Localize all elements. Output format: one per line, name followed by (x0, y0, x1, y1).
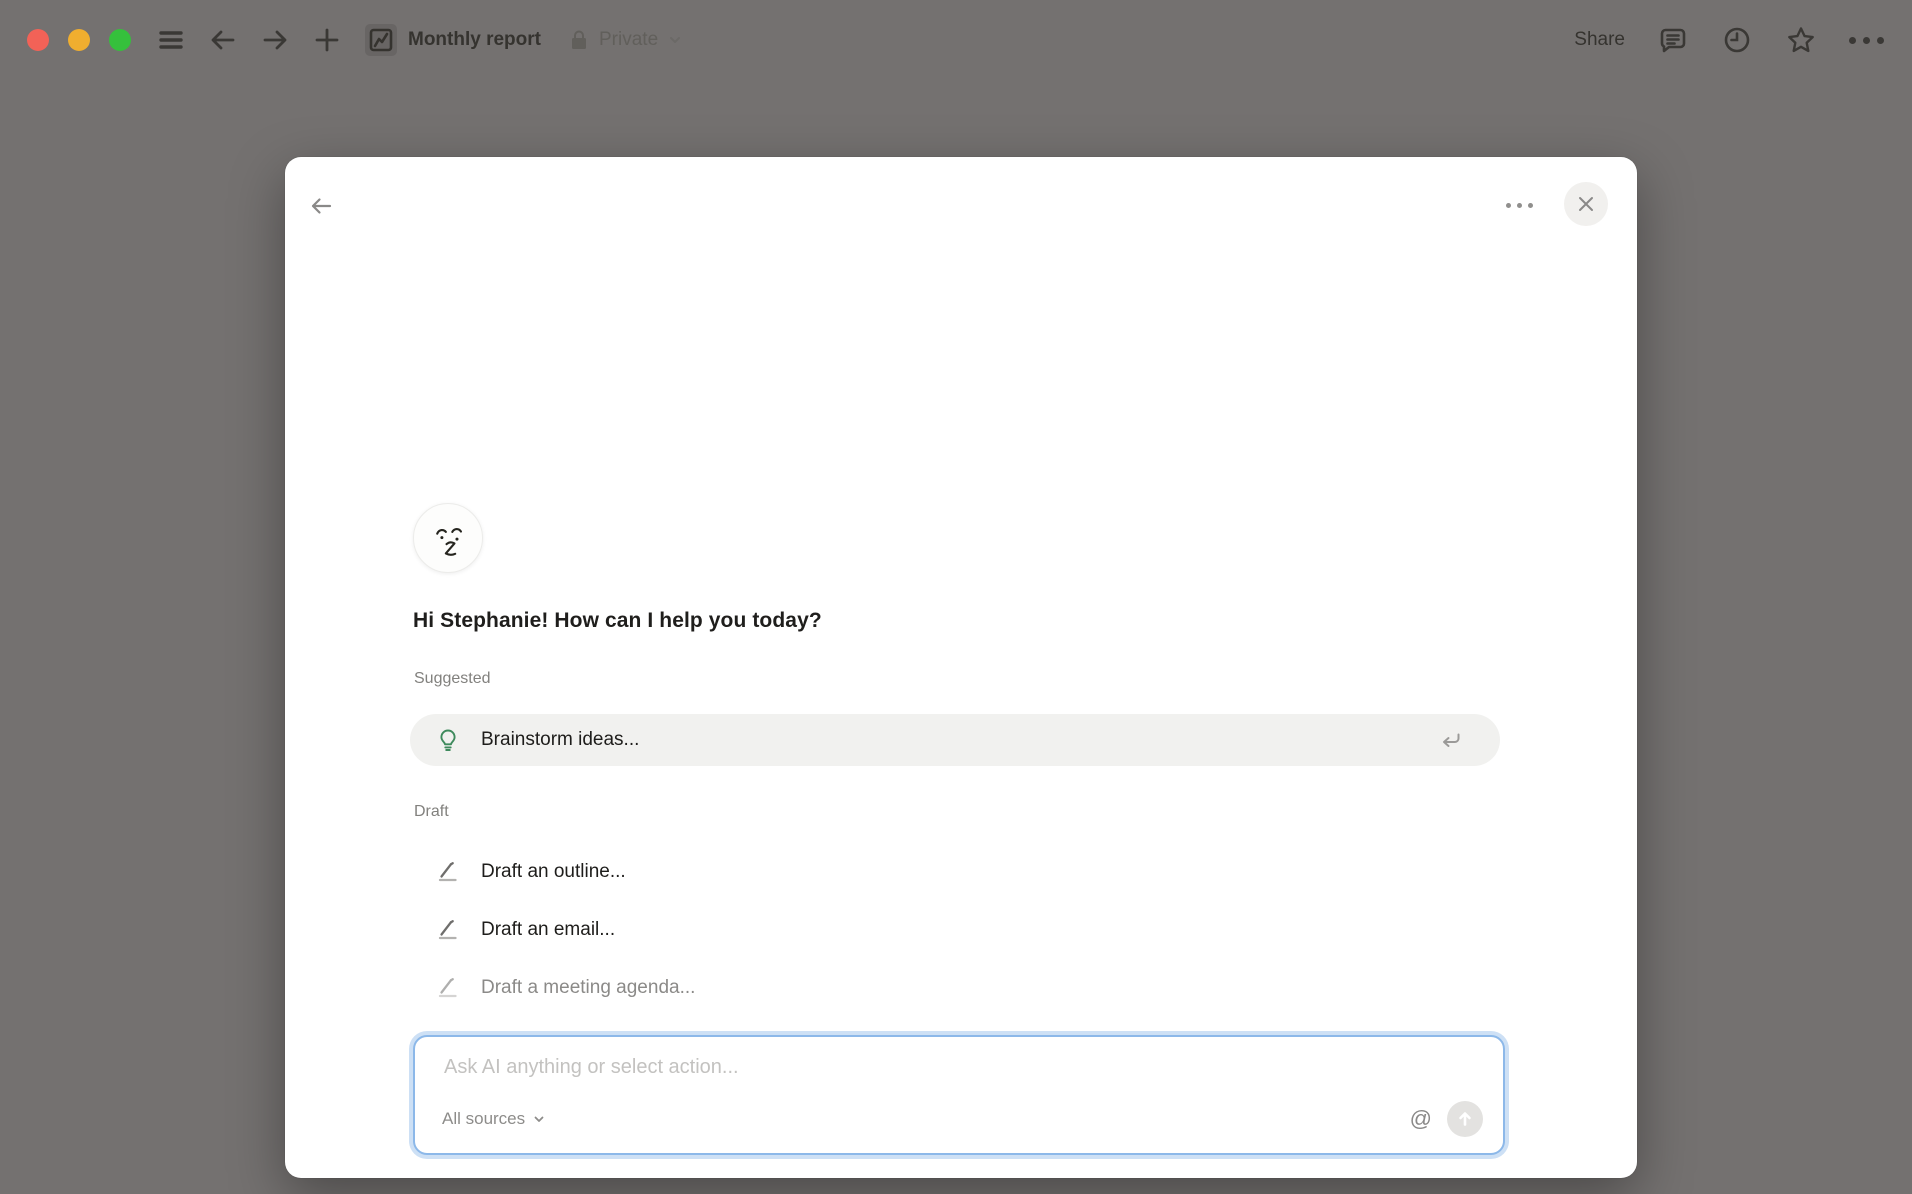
at-symbol: @ (1409, 1106, 1432, 1131)
enter-return-icon (1443, 733, 1460, 747)
ai-face-icon (436, 527, 463, 556)
prompt-footer: All sources @ (442, 1101, 1483, 1137)
draft-section-label: Draft (414, 803, 449, 820)
nav-forward-button[interactable] (259, 24, 291, 56)
pen-line-icon (438, 862, 457, 882)
draft-item-label: Draft a meeting agenda... (481, 977, 696, 998)
arrow-left-icon (311, 198, 332, 214)
chart-increasing-icon (365, 24, 397, 56)
ai-prompt-input[interactable] (442, 1055, 1346, 1080)
sidebar-menu-button[interactable] (155, 24, 187, 56)
source-scope-selector[interactable]: All sources (442, 1109, 546, 1129)
draft-outline-item[interactable]: Draft an outline... (410, 846, 1500, 898)
lock-icon (572, 30, 586, 49)
nav-back-button[interactable] (207, 24, 239, 56)
source-scope-label: All sources (442, 1109, 526, 1128)
privacy-selector[interactable]: Private (568, 29, 683, 51)
lightbulb-icon (440, 729, 456, 751)
chevron-down-icon (534, 1116, 544, 1122)
chevron-down-icon (670, 37, 681, 43)
suggestion-brainstorm[interactable]: Brainstorm ideas... (410, 714, 1500, 766)
ai-greeting: Hi Stephanie! How can I help you today? (413, 609, 822, 632)
prompt-footer-actions: @ (1410, 1101, 1483, 1137)
topbar-actions: Share (1574, 24, 1884, 56)
zoom-window-button[interactable] (109, 29, 131, 51)
more-icon (1506, 203, 1533, 208)
star-icon (1788, 27, 1814, 53)
suggestion-label: Brainstorm ideas... (481, 729, 640, 750)
draft-item-label: Draft an email... (481, 919, 616, 940)
hamburger-icon (159, 31, 183, 49)
arrow-up-icon (1459, 1112, 1471, 1126)
close-window-button[interactable] (27, 29, 49, 51)
mention-button[interactable]: @ (1410, 1108, 1432, 1130)
notion-window: Monthly report Private Share Hi Stephani… (0, 0, 1912, 1194)
plus-icon (315, 28, 339, 52)
arrow-left-icon (211, 30, 235, 50)
history-button[interactable] (1721, 24, 1753, 56)
ai-dialog: Hi Stephanie! How can I help you today? … (285, 157, 1637, 1178)
clock-icon (1724, 27, 1750, 53)
app-topbar: Monthly report Private Share (0, 0, 1912, 80)
ai-avatar (413, 503, 483, 573)
page-title: Monthly report (408, 29, 541, 50)
share-label: Share (1574, 29, 1625, 50)
draft-meeting-agenda-item[interactable]: Draft a meeting agenda... (410, 962, 1500, 1014)
ai-prompt-box: All sources @ (413, 1035, 1505, 1155)
pen-line-icon (438, 978, 457, 998)
new-page-button[interactable] (311, 24, 343, 56)
comment-icon (1660, 28, 1686, 53)
draft-item-label: Draft an outline... (481, 861, 626, 882)
arrow-right-icon (263, 30, 287, 50)
dialog-more-button[interactable] (1500, 197, 1539, 214)
privacy-label: Private (599, 29, 659, 50)
dialog-close-button[interactable] (1564, 182, 1608, 226)
suggested-section-label: Suggested (414, 670, 491, 687)
dialog-back-button[interactable] (306, 191, 336, 224)
window-controls (27, 29, 131, 51)
breadcrumb-page[interactable]: Monthly report (365, 24, 541, 56)
more-icon (1849, 36, 1884, 44)
minimize-window-button[interactable] (68, 29, 90, 51)
favorite-button[interactable] (1785, 24, 1817, 56)
send-button[interactable] (1447, 1101, 1483, 1137)
share-button[interactable]: Share (1574, 29, 1625, 51)
draft-email-item[interactable]: Draft an email... (410, 904, 1500, 956)
close-icon (1579, 197, 1593, 211)
pen-line-icon (438, 920, 457, 940)
comments-button[interactable] (1657, 24, 1689, 56)
more-options-button[interactable] (1849, 36, 1884, 44)
